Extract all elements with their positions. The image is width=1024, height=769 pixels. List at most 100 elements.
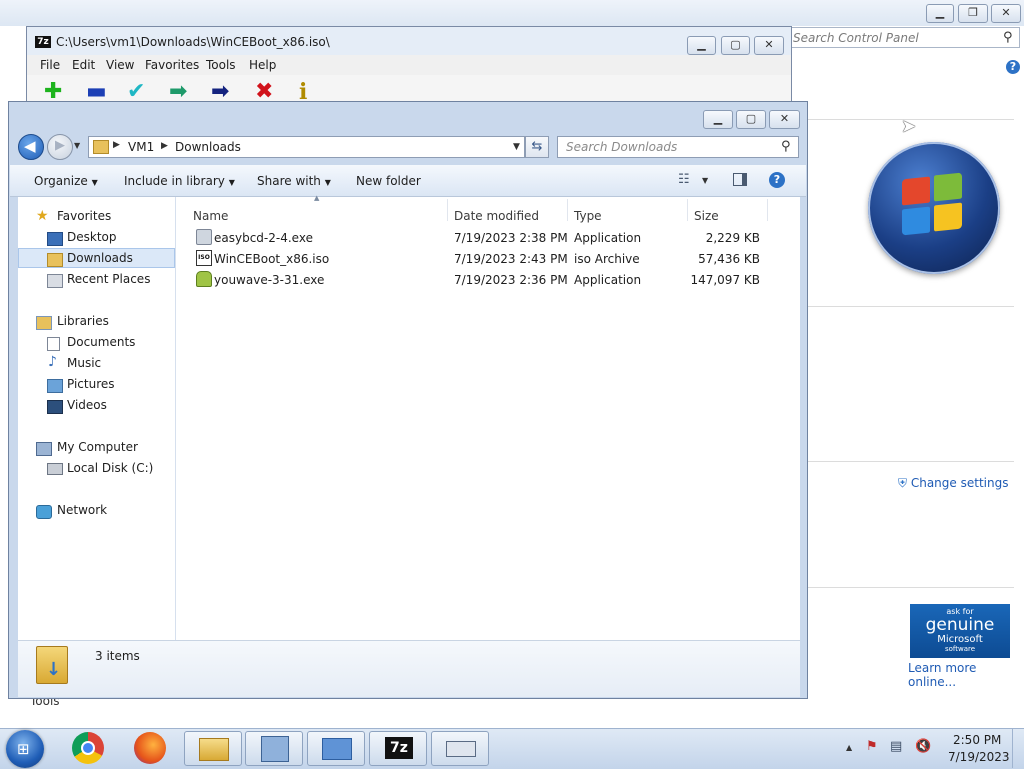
show-desktop-button[interactable] bbox=[1012, 729, 1024, 768]
change-settings-link[interactable]: ⛨ Change settings bbox=[898, 476, 1008, 491]
breadcrumb-downloads[interactable]: Downloads bbox=[175, 140, 241, 154]
flag-red bbox=[902, 176, 930, 206]
menu-view[interactable]: View bbox=[106, 58, 134, 72]
table-row[interactable]: easybcd-2-4.exe 7/19/2023 2:38 PM Applic… bbox=[189, 226, 769, 246]
column-header-size[interactable]: Size bbox=[694, 209, 719, 223]
minimize-button[interactable]: ▁ bbox=[926, 4, 954, 23]
address-bar[interactable]: ▶ VM1 ▶ Downloads ▼ bbox=[88, 136, 525, 158]
firefox-icon[interactable] bbox=[134, 732, 166, 764]
table-row[interactable]: youwave-3-31.exe 7/19/2023 2:36 PM Appli… bbox=[189, 268, 769, 288]
start-button[interactable]: ⊞ bbox=[6, 730, 44, 768]
address-dropdown-icon[interactable]: ▼ bbox=[513, 142, 520, 152]
item-count: 3 items bbox=[95, 649, 140, 663]
control-panel-titlebar bbox=[0, 0, 1024, 26]
back-arrow-icon: ◀ bbox=[24, 137, 36, 155]
test-icon[interactable]: ✔ bbox=[127, 81, 145, 103]
extract-icon[interactable]: ▬ bbox=[86, 81, 107, 103]
nav-favorites[interactable]: Favorites bbox=[57, 209, 111, 223]
file-size: 57,436 KB bbox=[698, 252, 760, 266]
restore-button[interactable]: ❐ bbox=[958, 4, 988, 23]
music-icon: ♪ bbox=[48, 354, 57, 370]
column-header-type[interactable]: Type bbox=[574, 209, 602, 223]
recent-pages-chevron-icon[interactable]: ▼ bbox=[74, 141, 80, 150]
share-with-button[interactable]: Share with ▼ bbox=[257, 174, 331, 188]
preview-pane-icon[interactable] bbox=[733, 173, 747, 186]
iso-file-icon: ISO bbox=[196, 250, 212, 266]
file-name: WinCEBoot_x86.iso bbox=[214, 252, 330, 266]
column-separator bbox=[447, 199, 448, 221]
show-hidden-icons-icon[interactable]: ▲ bbox=[846, 743, 852, 752]
close-button[interactable]: ✕ bbox=[769, 110, 800, 129]
recent-places-icon bbox=[47, 274, 63, 288]
volume-muted-icon[interactable]: 🔇 bbox=[915, 739, 931, 754]
breadcrumb-vm1[interactable]: VM1 bbox=[128, 140, 154, 154]
genuine-microsoft-badge[interactable]: ask for genuine Microsoft software bbox=[910, 604, 1010, 658]
sevenzip-taskbar-button[interactable]: 7z bbox=[369, 731, 427, 766]
divider bbox=[808, 587, 1014, 588]
minimize-button[interactable]: ▁ bbox=[703, 110, 733, 129]
nav-local-disk[interactable]: Local Disk (C:) bbox=[67, 461, 153, 475]
clock-date[interactable]: 7/19/2023 bbox=[948, 750, 1010, 764]
shield-icon: ⛨ bbox=[898, 476, 908, 490]
action-center-icon[interactable]: ⚑ bbox=[866, 739, 878, 754]
forward-arrow-icon: ▶ bbox=[55, 138, 65, 153]
menu-favorites[interactable]: Favorites bbox=[145, 58, 199, 72]
new-folder-button[interactable]: New folder bbox=[356, 174, 421, 188]
nav-pictures[interactable]: Pictures bbox=[67, 377, 115, 391]
nav-my-computer[interactable]: My Computer bbox=[57, 440, 138, 454]
nav-desktop[interactable]: Desktop bbox=[67, 230, 117, 244]
view-options-icon[interactable]: ☷ bbox=[678, 172, 690, 187]
organize-button[interactable]: Organize ▼ bbox=[34, 174, 98, 188]
help-icon[interactable]: ? bbox=[1006, 60, 1020, 74]
minimize-button[interactable]: ▁ bbox=[687, 36, 716, 55]
nav-downloads[interactable]: Downloads bbox=[67, 251, 133, 265]
copy-icon[interactable]: ➡ bbox=[169, 81, 187, 103]
videos-icon bbox=[47, 400, 63, 414]
nav-network[interactable]: Network bbox=[57, 503, 107, 517]
close-button[interactable]: ✕ bbox=[991, 4, 1021, 23]
chrome-icon[interactable] bbox=[72, 732, 104, 764]
search-icon[interactable]: ⚲ bbox=[781, 139, 791, 154]
maximize-button[interactable]: ▢ bbox=[721, 36, 750, 55]
menu-file[interactable]: File bbox=[40, 58, 60, 72]
keyboard-taskbar-button[interactable] bbox=[431, 731, 489, 766]
close-button[interactable]: ✕ bbox=[754, 36, 784, 55]
info-icon[interactable]: i bbox=[299, 81, 307, 103]
chevron-down-icon[interactable]: ▼ bbox=[702, 176, 708, 185]
file-size: 2,229 KB bbox=[705, 231, 760, 245]
forward-button[interactable]: ▶ bbox=[47, 134, 73, 160]
menu-tools[interactable]: Tools bbox=[206, 58, 236, 72]
chevron-down-icon: ▼ bbox=[91, 178, 98, 187]
remote-desktop-taskbar-button[interactable] bbox=[307, 731, 365, 766]
sevenzip-logo-icon: 7z bbox=[35, 36, 51, 48]
column-header-name[interactable]: Name bbox=[193, 209, 228, 223]
add-icon[interactable]: ✚ bbox=[44, 81, 62, 103]
nav-documents[interactable]: Documents bbox=[67, 335, 135, 349]
control-panel-search-input[interactable]: Search Control Panel bbox=[786, 27, 1020, 48]
explorer-taskbar-button[interactable] bbox=[184, 731, 242, 766]
menu-help[interactable]: Help bbox=[249, 58, 276, 72]
windows-logo bbox=[868, 142, 1000, 274]
nav-music[interactable]: Music bbox=[67, 356, 101, 370]
flag-yellow bbox=[934, 202, 962, 232]
include-in-library-button[interactable]: Include in library ▼ bbox=[124, 174, 235, 188]
divider bbox=[808, 461, 1014, 462]
menu-edit[interactable]: Edit bbox=[72, 58, 95, 72]
search-downloads-input[interactable]: Search Downloads bbox=[557, 136, 799, 158]
table-row[interactable]: ISO WinCEBoot_x86.iso 7/19/2023 2:43 PM … bbox=[189, 247, 769, 267]
learn-more-link[interactable]: Learn more online... bbox=[908, 661, 1024, 689]
back-button[interactable]: ◀ bbox=[18, 134, 44, 160]
refresh-button[interactable]: ⇆ bbox=[525, 136, 549, 158]
delete-icon[interactable]: ✖ bbox=[255, 81, 273, 103]
help-icon[interactable]: ? bbox=[769, 172, 785, 188]
control-panel-taskbar-button[interactable] bbox=[245, 731, 303, 766]
nav-libraries[interactable]: Libraries bbox=[57, 314, 109, 328]
nav-recent-places[interactable]: Recent Places bbox=[67, 272, 150, 286]
clock-time[interactable]: 2:50 PM bbox=[953, 733, 1001, 747]
column-header-date-modified[interactable]: Date modified bbox=[454, 209, 539, 223]
move-icon[interactable]: ➡ bbox=[211, 81, 229, 103]
maximize-button[interactable]: ▢ bbox=[736, 110, 766, 129]
search-icon[interactable]: ⚲ bbox=[1003, 30, 1013, 45]
nav-videos[interactable]: Videos bbox=[67, 398, 107, 412]
network-status-icon[interactable]: ▤ bbox=[890, 739, 902, 754]
